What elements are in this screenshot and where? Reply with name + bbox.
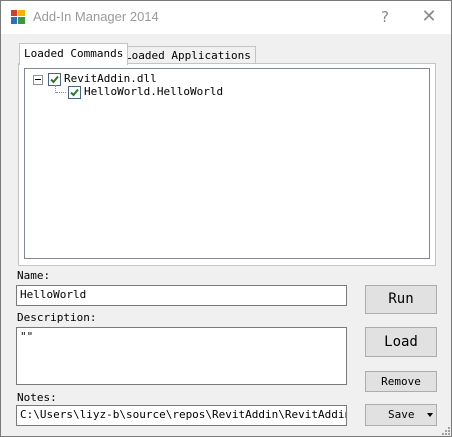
remove-button[interactable]: Remove [365,371,437,392]
name-label: Name: [17,269,51,282]
save-dropdown-button[interactable]: Save [365,404,437,426]
commands-tree[interactable]: RevitAddin.dll HelloWorld.HelloWorld [24,68,430,259]
resize-grip-icon[interactable] [441,426,450,435]
tab-loaded-commands[interactable]: Loaded Commands [19,43,129,65]
save-label: Save [388,408,415,421]
tree-item-helloworld[interactable]: HelloWorld.HelloWorld [84,85,223,98]
window-title: Add-In Manager 2014 [33,9,159,24]
dropdown-arrow-icon [427,413,433,417]
description-label: Description: [17,311,97,324]
app-icon [11,10,25,24]
tree-item-revitaddin-dll[interactable]: RevitAddin.dll [64,72,157,85]
load-button[interactable]: Load [365,327,437,357]
checkmark-icon [70,88,79,97]
add-in-manager-window: Add-In Manager 2014 ? ✕ Loaded Commands … [0,0,452,437]
description-field[interactable]: "" [16,327,347,385]
notes-field[interactable]: C:\Users\liyz-b\source\repos\RevitAddin\… [16,405,347,426]
notes-label: Notes: [17,391,57,404]
child-checkbox[interactable] [68,86,81,99]
tree-connector [56,92,66,93]
title-bar[interactable]: Add-In Manager 2014 ? ✕ [1,1,451,34]
checkmark-icon [50,75,59,84]
name-field[interactable]: HelloWorld [16,285,347,306]
help-button[interactable]: ? [371,5,399,29]
collapse-icon[interactable] [33,75,43,85]
loaded-commands-panel: RevitAddin.dll HelloWorld.HelloWorld [18,63,436,266]
run-button[interactable]: Run [365,285,437,314]
close-button[interactable]: ✕ [415,5,443,29]
